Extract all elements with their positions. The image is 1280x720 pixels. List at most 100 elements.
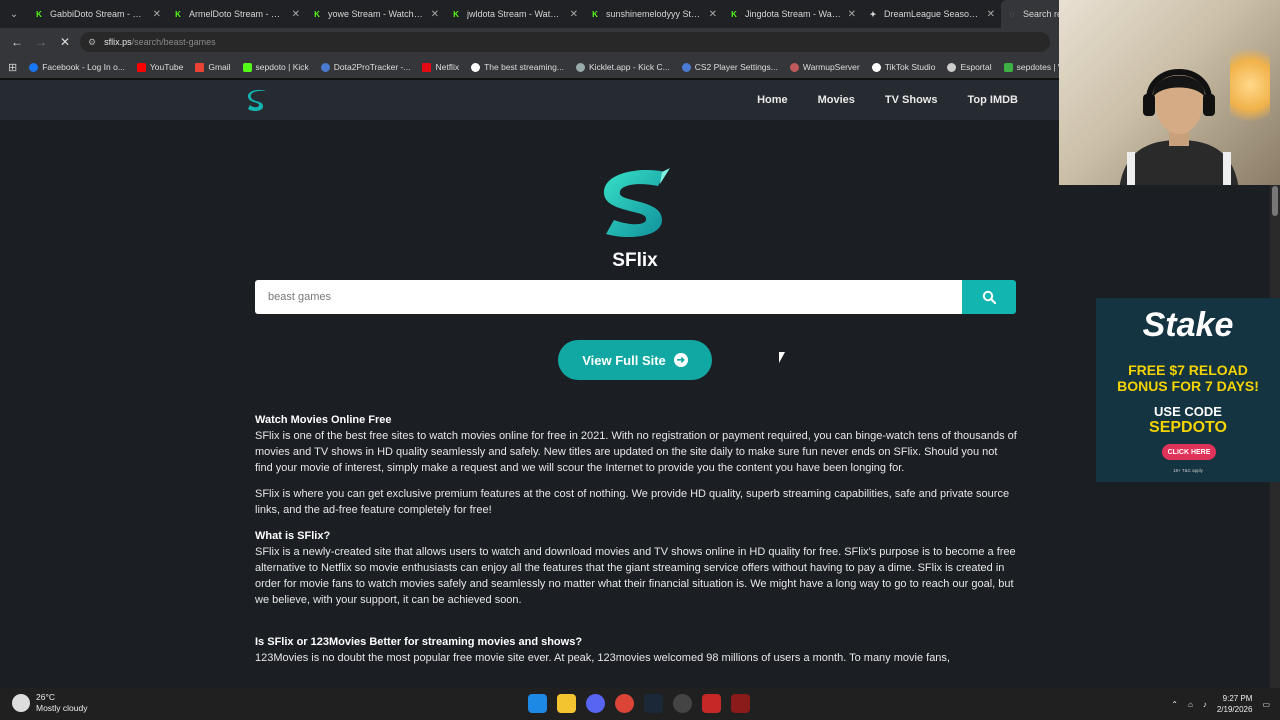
- bookmark-esportal[interactable]: Esportal: [947, 62, 992, 72]
- nav-movies[interactable]: Movies: [818, 94, 855, 106]
- url-path: /search/beast-games: [131, 37, 216, 47]
- steam-icon[interactable]: [644, 694, 663, 713]
- bookmark-label: Facebook - Log In o...: [42, 62, 125, 72]
- nav-top-imdb[interactable]: Top IMDB: [967, 94, 1018, 106]
- windows-taskbar: 26°C Mostly cloudy ⌃ ⌂ ♪ 9:27 PM 2/19/2026…: [0, 688, 1280, 720]
- system-tray: ⌃ ⌂ ♪ 9:27 PM 2/19/2026 ▭: [1171, 693, 1270, 715]
- bookmark-label: TikTok Studio: [884, 62, 936, 72]
- bookmark-label: sepdoto | Kick: [255, 62, 309, 72]
- facebook-icon: [29, 62, 39, 72]
- bookmark-label: CS2 Player Settings...: [694, 62, 778, 72]
- kicklet-icon: [575, 62, 585, 72]
- file-explorer-icon[interactable]: [557, 694, 576, 713]
- nav-home[interactable]: Home: [757, 94, 788, 106]
- chrome-icon[interactable]: [615, 694, 634, 713]
- discord-icon[interactable]: [586, 694, 605, 713]
- clock-time: 9:27 PM: [1222, 694, 1253, 703]
- esportal-icon: [947, 62, 957, 72]
- bookmark-label: Dota2ProTracker -...: [333, 62, 411, 72]
- kick-icon: K: [592, 9, 598, 19]
- windows-start-icon[interactable]: [528, 694, 547, 713]
- obs-icon[interactable]: [673, 694, 692, 713]
- bookmark-netflix[interactable]: Netflix: [422, 62, 459, 72]
- browser-tab[interactable]: Ksunshinemelodyyy Stream ✕: [584, 0, 723, 28]
- close-tab-icon[interactable]: ✕: [292, 9, 300, 20]
- section-paragraph: SFlix is where you can get exclusive pre…: [255, 488, 1010, 516]
- bookmark-tiktok[interactable]: TikTok Studio: [871, 62, 936, 72]
- bookmark-label: Gmail: [208, 62, 231, 72]
- weather-widget[interactable]: 26°C Mostly cloudy: [12, 692, 88, 714]
- bookmark-youtube[interactable]: YouTube: [136, 62, 183, 72]
- sflix-hero-logo-icon: [603, 168, 670, 238]
- ad-line-2: BONUS FOR 7 DAYS!: [1117, 378, 1259, 394]
- bookmark-facebook[interactable]: Facebook - Log In o...: [29, 62, 125, 72]
- loading-icon: ◌: [1009, 9, 1015, 19]
- view-full-site-label: View Full Site: [582, 352, 666, 368]
- tab-title: Jingdota Stream - Watch: [745, 9, 842, 19]
- site-info-icon[interactable]: ⚙: [88, 37, 96, 48]
- tab-search-button[interactable]: ⌄: [0, 0, 28, 28]
- browser-tab[interactable]: K ArmelDoto Stream - Wat ✕: [167, 0, 306, 28]
- weather-temp: 26°C: [36, 692, 55, 702]
- site-description: Watch Movies Online Free SFlix is one of…: [255, 412, 1017, 676]
- ad-headline: FREE $7 RELOAD BONUS FOR 7 DAYS!: [1096, 362, 1280, 394]
- browser-tab[interactable]: K GabbiDoto Stream - Wat ✕: [28, 0, 167, 28]
- nav-tv-shows[interactable]: TV Shows: [885, 94, 938, 106]
- stop-loading-icon[interactable]: ✕: [56, 33, 74, 51]
- close-tab-icon[interactable]: ✕: [570, 9, 578, 20]
- browser-tab[interactable]: Kjwldota Stream - Watch Li ✕: [445, 0, 584, 28]
- ad-click-here-button[interactable]: CLICK HERE: [1162, 444, 1216, 460]
- system-clock[interactable]: 9:27 PM 2/19/2026: [1217, 693, 1253, 715]
- bookmark-label: The best streaming...: [484, 62, 564, 72]
- youtube-icon: [136, 62, 146, 72]
- arrow-right-icon: ➜: [673, 353, 688, 367]
- close-tab-icon[interactable]: ✕: [848, 9, 856, 20]
- forward-arrow-icon[interactable]: →: [32, 33, 50, 51]
- bookmark-dota2protracker[interactable]: Dota2ProTracker -...: [320, 62, 411, 72]
- ad-use-code: USE CODE: [1154, 404, 1222, 419]
- faceit-icon[interactable]: [702, 694, 721, 713]
- warmupserver-icon: [789, 62, 799, 72]
- bookmark-cs2-settings[interactable]: CS2 Player Settings...: [681, 62, 778, 72]
- dota2-icon[interactable]: [731, 694, 750, 713]
- bookmark-kick[interactable]: sepdoto | Kick: [242, 62, 309, 72]
- scrollbar-thumb[interactable]: [1272, 186, 1278, 216]
- sflix-logo-icon[interactable]: [244, 88, 270, 114]
- gear-icon: [681, 62, 691, 72]
- section-heading: Is SFlix or 123Movies Better for streami…: [255, 636, 583, 648]
- webcam-overlay: [1059, 0, 1280, 185]
- streaming-site-icon: [471, 62, 481, 72]
- close-tab-icon[interactable]: ✕: [987, 9, 995, 20]
- address-bar[interactable]: ⚙ sflix.ps/search/beast-games: [80, 32, 1050, 52]
- bookmark-kicklet[interactable]: Kicklet.app - Kick C...: [575, 62, 670, 72]
- kick-icon: K: [731, 9, 737, 19]
- browser-tab[interactable]: ✦ DreamLeague Season 28 ✕: [862, 0, 1001, 28]
- tab-title: jwldota Stream - Watch Li: [467, 9, 564, 19]
- section-heading: What is SFlix?: [255, 530, 331, 542]
- bookmark-gmail[interactable]: Gmail: [195, 62, 231, 72]
- kick-icon: K: [453, 9, 459, 19]
- stake-advertisement[interactable]: Stake FREE $7 RELOAD BONUS FOR 7 DAYS! US…: [1096, 298, 1280, 482]
- browser-tab[interactable]: K Jingdota Stream - Watch ✕: [723, 0, 862, 28]
- section-paragraph: 123Movies is no doubt the most popular f…: [255, 652, 950, 664]
- close-tab-icon[interactable]: ✕: [709, 9, 717, 20]
- apps-grid-icon[interactable]: ⊞: [8, 61, 17, 74]
- search-input[interactable]: [255, 280, 962, 314]
- tab-title: DreamLeague Season 28: [884, 9, 981, 19]
- search-button[interactable]: [962, 280, 1016, 314]
- view-full-site-button[interactable]: View Full Site ➜: [558, 340, 712, 380]
- site-brand-title: SFlix: [612, 250, 658, 271]
- close-tab-icon[interactable]: ✕: [431, 9, 439, 20]
- section-paragraph: SFlix is one of the best free sites to w…: [255, 430, 1017, 474]
- bookmark-streaming[interactable]: The best streaming...: [471, 62, 564, 72]
- chevron-up-icon[interactable]: ⌃: [1171, 700, 1178, 709]
- notifications-icon[interactable]: ▭: [1262, 700, 1270, 709]
- bookmark-warmupserver[interactable]: WarmupServer: [789, 62, 860, 72]
- close-tab-icon[interactable]: ✕: [153, 9, 161, 20]
- section-heading: Watch Movies Online Free: [255, 414, 392, 426]
- network-icon[interactable]: ⌂: [1188, 700, 1193, 709]
- back-arrow-icon[interactable]: ←: [8, 33, 26, 51]
- browser-tab[interactable]: Kyowe Stream - Watch Live ✕: [306, 0, 445, 28]
- volume-icon[interactable]: ♪: [1203, 700, 1207, 709]
- section-paragraph: SFlix is a newly-created site that allow…: [255, 546, 1016, 606]
